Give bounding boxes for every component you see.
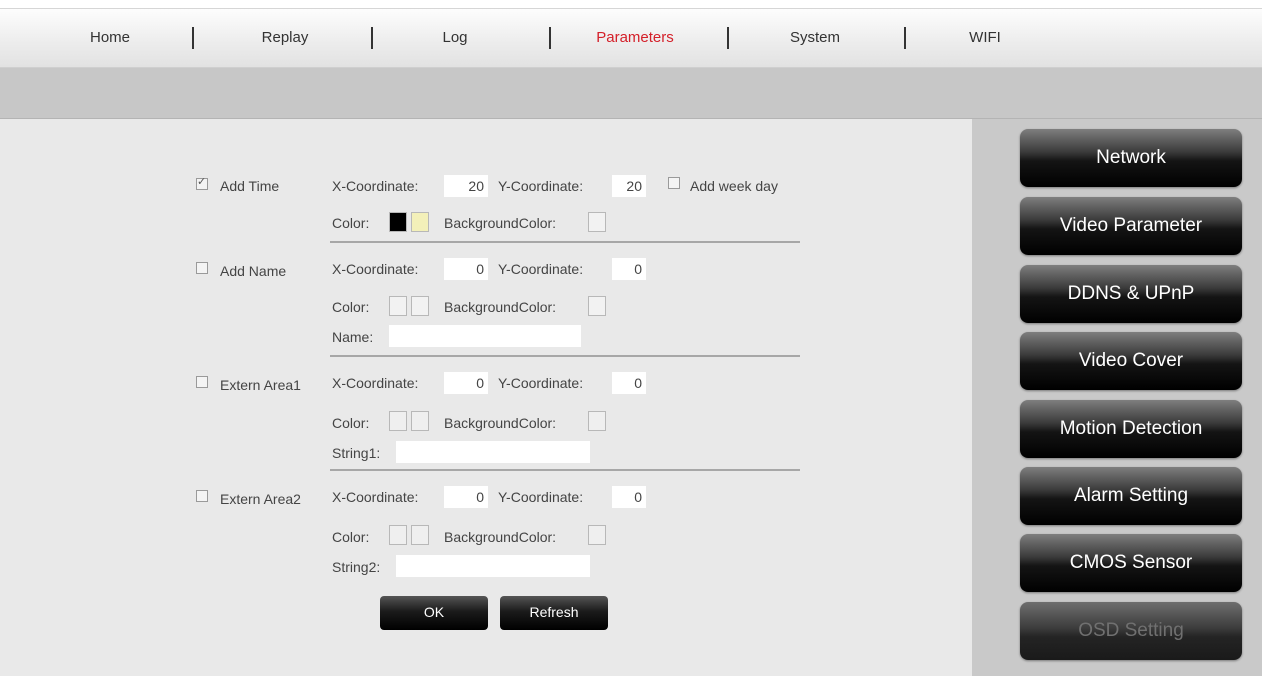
area1-color-label: Color:	[332, 415, 370, 431]
section-divider	[330, 355, 800, 357]
time-y-input[interactable]	[612, 175, 646, 197]
area1-bgcolor-label: BackgroundColor:	[444, 415, 557, 431]
string2-label: String2:	[332, 559, 381, 575]
area1-x-label: X-Coordinate:	[332, 375, 419, 391]
sub-header-bar	[0, 68, 1262, 119]
area2-x-input[interactable]	[444, 486, 488, 508]
sidebar-item-network[interactable]: Network	[1020, 129, 1242, 187]
nav-separator	[192, 27, 194, 49]
nav-separator	[904, 27, 906, 49]
sidebar-item-motion-detection[interactable]: Motion Detection	[1020, 400, 1242, 458]
time-x-label: X-Coordinate:	[332, 178, 419, 194]
area1-color-swatch[interactable]	[411, 411, 429, 431]
time-y-label: Y-Coordinate:	[498, 178, 584, 194]
parameters-sidebar: Network Video Parameter DDNS & UPnP Vide…	[972, 119, 1262, 676]
extern-area1-checkbox[interactable]	[196, 376, 208, 388]
nav-log[interactable]: Log	[410, 9, 500, 67]
area2-color-swatch[interactable]	[411, 525, 429, 545]
time-color-swatch[interactable]	[411, 212, 429, 232]
nav-separator	[727, 27, 729, 49]
extern-area1-label: Extern Area1	[220, 377, 301, 393]
section-divider	[330, 469, 800, 471]
string1-input[interactable]	[396, 441, 590, 463]
nav-replay[interactable]: Replay	[230, 9, 340, 67]
sidebar-item-ddns-upnp[interactable]: DDNS & UPnP	[1020, 265, 1242, 323]
sidebar-item-cmos-sensor[interactable]: CMOS Sensor	[1020, 534, 1242, 592]
area1-bgcolor-swatch[interactable]	[588, 411, 606, 431]
area2-y-input[interactable]	[612, 486, 646, 508]
refresh-button[interactable]: Refresh	[500, 596, 608, 630]
name-bgcolor-swatch[interactable]	[588, 296, 606, 316]
add-week-day-label: Add week day	[690, 178, 778, 194]
add-week-day-checkbox[interactable]	[668, 177, 680, 189]
add-time-label: Add Time	[220, 178, 280, 194]
time-bgcolor-swatch[interactable]	[588, 212, 606, 232]
name-color-label: Color:	[332, 299, 370, 315]
name-x-label: X-Coordinate:	[332, 261, 419, 277]
nav-separator	[549, 27, 551, 49]
area2-y-label: Y-Coordinate:	[498, 489, 584, 505]
time-color-swatch[interactable]	[389, 212, 407, 232]
area2-color-swatch[interactable]	[389, 525, 407, 545]
name-color-swatch[interactable]	[389, 296, 407, 316]
area2-color-label: Color:	[332, 529, 370, 545]
time-bgcolor-label: BackgroundColor:	[444, 215, 557, 231]
osd-settings-panel: Add Time X-Coordinate: Y-Coordinate: Add…	[0, 119, 972, 676]
extern-area2-label: Extern Area2	[220, 491, 301, 507]
nav-separator	[371, 27, 373, 49]
string2-input[interactable]	[396, 555, 590, 577]
sidebar-item-osd-setting[interactable]: OSD Setting	[1020, 602, 1242, 660]
nav-home[interactable]: Home	[60, 9, 160, 67]
area1-y-label: Y-Coordinate:	[498, 375, 584, 391]
name-y-label: Y-Coordinate:	[498, 261, 584, 277]
area1-x-input[interactable]	[444, 372, 488, 394]
section-divider	[330, 241, 800, 243]
area2-x-label: X-Coordinate:	[332, 489, 419, 505]
area1-color-swatch[interactable]	[389, 411, 407, 431]
name-color-swatch[interactable]	[411, 296, 429, 316]
name-bgcolor-label: BackgroundColor:	[444, 299, 557, 315]
area2-bgcolor-swatch[interactable]	[588, 525, 606, 545]
name-y-input[interactable]	[612, 258, 646, 280]
nav-parameters[interactable]: Parameters	[570, 9, 700, 67]
area2-bgcolor-label: BackgroundColor:	[444, 529, 557, 545]
top-navigation: Home Replay Log Parameters System WIFI	[0, 8, 1262, 69]
name-x-input[interactable]	[444, 258, 488, 280]
area1-y-input[interactable]	[612, 372, 646, 394]
nav-system[interactable]: System	[760, 9, 870, 67]
string1-label: String1:	[332, 445, 381, 461]
name-text-input[interactable]	[389, 325, 581, 347]
name-text-label: Name:	[332, 329, 374, 345]
add-time-checkbox[interactable]	[196, 175, 208, 190]
add-name-label: Add Name	[220, 263, 287, 279]
sidebar-item-video-cover[interactable]: Video Cover	[1020, 332, 1242, 390]
time-color-label: Color:	[332, 215, 370, 231]
time-x-input[interactable]	[444, 175, 488, 197]
ok-button[interactable]: OK	[380, 596, 488, 630]
extern-area2-checkbox[interactable]	[196, 490, 208, 502]
add-name-checkbox[interactable]	[196, 262, 208, 274]
sidebar-item-alarm-setting[interactable]: Alarm Setting	[1020, 467, 1242, 525]
sidebar-item-video-parameter[interactable]: Video Parameter	[1020, 197, 1242, 255]
nav-wifi[interactable]: WIFI	[945, 9, 1025, 67]
